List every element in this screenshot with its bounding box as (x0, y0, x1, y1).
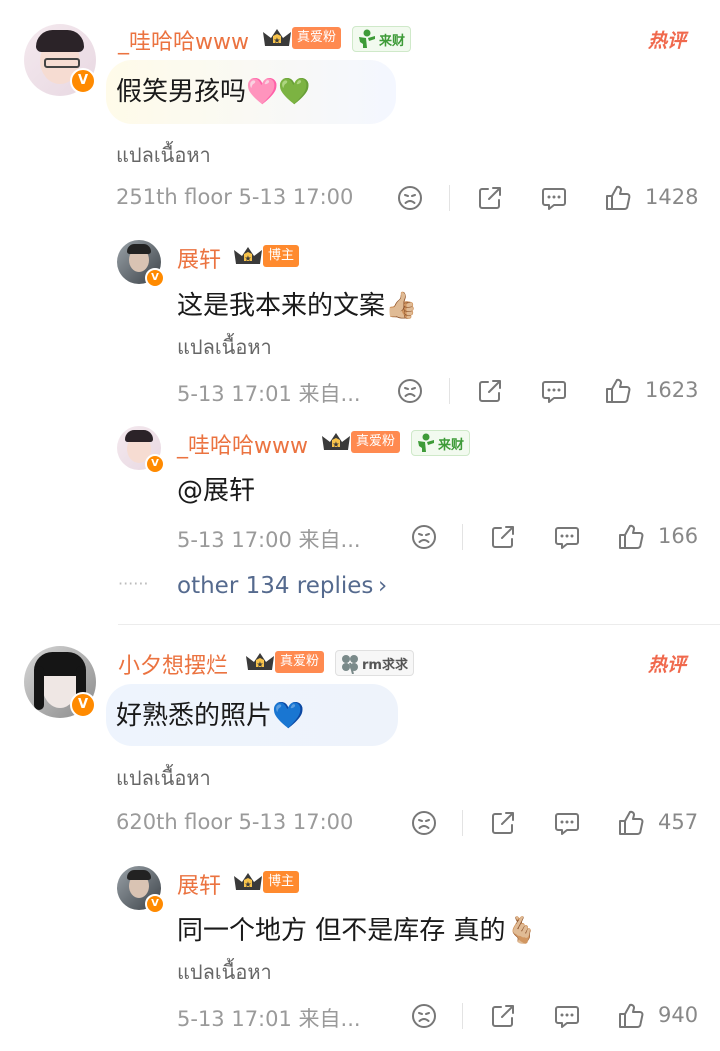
divider (449, 378, 450, 404)
fan-badge[interactable]: 真爱粉 (262, 26, 342, 50)
more-replies-link[interactable]: other 134 replies (177, 573, 373, 599)
like-count: 1428 (645, 185, 699, 209)
fan-badge-label: 真爱粉 (351, 431, 401, 453)
custom-badge[interactable]: rm求求 (335, 650, 414, 676)
comment-icon[interactable] (553, 809, 581, 837)
share-icon[interactable] (489, 1002, 517, 1030)
crown-icon (263, 29, 291, 46)
reply-meta: 5-13 17:00 来自... (177, 528, 361, 552)
divider (462, 810, 463, 836)
clover-icon (341, 654, 359, 674)
fan-badge-label: 真爱粉 (275, 651, 325, 673)
like-icon[interactable] (617, 809, 645, 837)
reply-text: 同一个地方 但不是库存 真的🫰🏼 (177, 916, 538, 946)
custom-badge-label: rm求求 (362, 657, 408, 673)
fan-badge-label: 真爱粉 (292, 27, 342, 49)
username[interactable]: 小夕想摆烂 (118, 648, 228, 680)
crown-icon (246, 653, 274, 670)
comment-icon[interactable] (540, 377, 568, 405)
verified-badge-icon: V (145, 268, 165, 288)
like-count: 940 (658, 1003, 699, 1027)
like-count: 166 (658, 524, 699, 548)
comment-text: 假笑男孩吗🩷💚 (116, 77, 311, 107)
translate-link[interactable]: แปลเนื้อหา (177, 956, 272, 988)
comment-divider (118, 624, 720, 625)
verified-badge-icon: V (70, 692, 96, 718)
share-icon[interactable] (476, 184, 504, 212)
like-count: 1623 (645, 378, 699, 402)
translate-link[interactable]: แปลเนื้อหา (177, 331, 272, 363)
username[interactable]: _哇哈哈www (177, 428, 308, 460)
share-icon[interactable] (489, 809, 517, 837)
crown-icon (234, 247, 262, 264)
share-icon[interactable] (476, 377, 504, 405)
role-badge[interactable]: 博主 (233, 244, 300, 268)
translate-link[interactable]: แปลเนื้อหา (116, 139, 211, 171)
comment-meta: 251th floor 5-13 17:00 (116, 185, 354, 209)
translate-link[interactable]: แปลเนื้อหา (116, 762, 211, 794)
custom-badge-label: 来财 (438, 437, 465, 453)
hot-comment-label: 热评 (648, 30, 687, 52)
fan-badge[interactable]: 真爱粉 (245, 650, 325, 674)
reply-text: @展轩 (177, 476, 256, 506)
like-icon[interactable] (617, 523, 645, 551)
like-icon[interactable] (617, 1002, 645, 1030)
dislike-icon[interactable] (396, 377, 424, 405)
like-count: 457 (658, 810, 699, 834)
reply-text: 这是我本来的文案👍🏼 (177, 291, 418, 321)
reply-meta: 5-13 17:01 来自... (177, 1007, 361, 1031)
comment-meta: 620th floor 5-13 17:00 (116, 810, 354, 834)
username[interactable]: 展轩 (177, 868, 221, 900)
username[interactable]: 展轩 (177, 242, 221, 274)
role-badge-label: 博主 (263, 871, 300, 893)
divider (449, 185, 450, 211)
dislike-icon[interactable] (410, 523, 438, 551)
comment-text: 好熟悉的照片💙 (116, 701, 305, 731)
role-badge[interactable]: 博主 (233, 870, 300, 894)
crown-icon (322, 433, 350, 450)
dislike-icon[interactable] (410, 809, 438, 837)
share-icon[interactable] (489, 523, 517, 551)
dislike-icon[interactable] (410, 1002, 438, 1030)
person-icon (418, 433, 434, 452)
like-icon[interactable] (604, 184, 632, 212)
person-icon (359, 29, 375, 48)
verified-badge-icon: V (145, 894, 165, 914)
username[interactable]: _哇哈哈www (118, 24, 249, 56)
like-icon[interactable] (604, 377, 632, 405)
comment-icon[interactable] (553, 1002, 581, 1030)
dislike-icon[interactable] (396, 184, 424, 212)
divider (462, 524, 463, 550)
custom-badge[interactable]: 来财 (352, 26, 412, 52)
more-dots: ······ (118, 574, 149, 593)
divider (462, 1003, 463, 1029)
verified-badge-icon: V (145, 454, 165, 474)
verified-badge-icon: V (70, 68, 96, 94)
fan-badge[interactable]: 真爱粉 (321, 430, 401, 454)
reply-meta: 5-13 17:01 来自... (177, 382, 361, 406)
comment-icon[interactable] (553, 523, 581, 551)
crown-icon (234, 873, 262, 890)
hot-comment-label: 热评 (648, 654, 687, 676)
chevron-right-icon[interactable]: › (378, 573, 387, 599)
role-badge-label: 博主 (263, 245, 300, 267)
custom-badge[interactable]: 来财 (411, 430, 471, 456)
comment-icon[interactable] (540, 184, 568, 212)
custom-badge-label: 来财 (379, 33, 406, 49)
